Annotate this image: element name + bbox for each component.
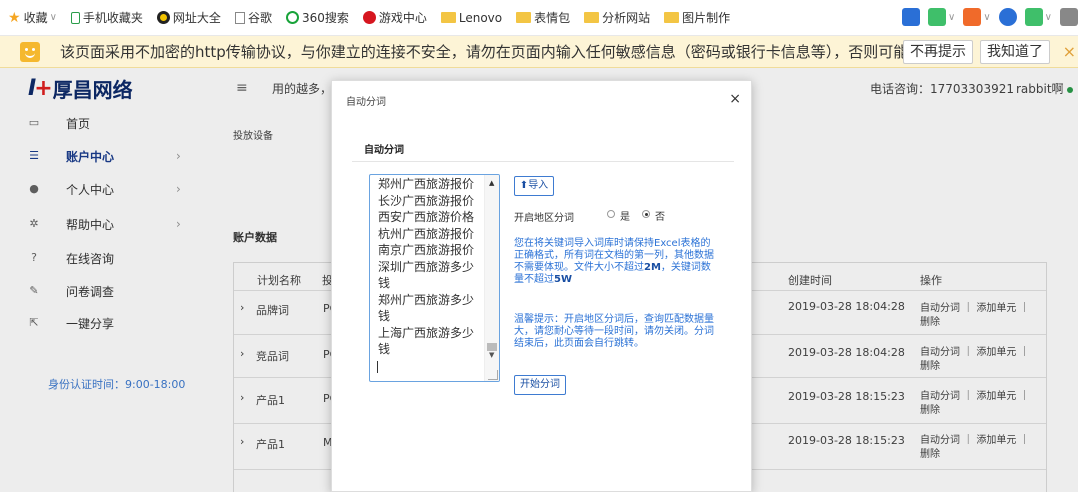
folder-icon [664, 12, 680, 23]
start-segment-button[interactable]: 开始分词 [514, 375, 566, 395]
pinyin-icon[interactable] [902, 8, 921, 26]
chevron-down-icon[interactable]: ∨ [948, 12, 955, 23]
scroll-down-icon[interactable]: ▼ [489, 351, 494, 359]
section-title: 自动分词 [364, 145, 404, 156]
bookmark-stickers[interactable]: 表情包 [516, 9, 570, 26]
bookmark-games[interactable]: 游戏中心 [362, 9, 427, 26]
textarea-scrollbar[interactable]: ▲ ▼ [484, 175, 499, 381]
keyword-lines: 郑州广西旅游报价 长沙广西旅游报价 西安广西旅游价格 杭州广西旅游报价 南京广西… [378, 176, 478, 358]
got-it-button[interactable]: 我知道了 [980, 40, 1050, 64]
keyword-line: 杭州广西旅游报价 [378, 226, 475, 241]
chevron-down-icon[interactable]: ∨ [1045, 12, 1052, 23]
region-no-label[interactable]: 否 [655, 208, 665, 223]
keyword-line: 郑州广西旅游报价 [378, 177, 475, 191]
star-icon: ★ [8, 9, 21, 26]
globe-icon [156, 11, 170, 24]
keyword-line: 南京广西旅游报价 [378, 243, 475, 257]
region-no-radio[interactable] [642, 210, 650, 218]
bookmarks-bar: ★ 收藏 ∨ 手机收藏夹 网址大全 谷歌 360搜索 游戏中心 Lenovo 表情包… [0, 0, 1078, 36]
bookmark-google[interactable]: 谷歌 [234, 9, 272, 26]
keyword-line: 上海广西旅游多少钱 [378, 325, 475, 357]
warning-face-icon [20, 41, 40, 62]
extension-icon[interactable] [928, 8, 947, 26]
search-icon[interactable] [998, 8, 1017, 26]
security-warning-bar: 该页面采用不加密的http传输协议，与你建立的连接不安全，请勿在页面内输入任何敏… [0, 36, 1078, 68]
bookmark-favorites[interactable]: ★ 收藏 ∨ [8, 9, 57, 26]
keywords-textarea[interactable]: 郑州广西旅游报价 长沙广西旅游报价 西安广西旅游价格 杭州广西旅游报价 南京广西… [369, 174, 500, 382]
import-instructions: 您在将关键词导入词库时请保持Excel表格的正确格式，所有词在文档的第一列，其他… [514, 238, 714, 285]
search-360-icon [285, 11, 299, 24]
divider [352, 161, 734, 162]
game-icon [362, 11, 376, 24]
phone-icon [70, 11, 80, 24]
warning-text: 该页面采用不加密的http传输协议，与你建立的连接不安全，请勿在页面内输入任何敏… [60, 43, 938, 61]
bookmark-sites[interactable]: 网址大全 [156, 9, 221, 26]
bookmark-mobile[interactable]: 手机收藏夹 [70, 9, 143, 26]
auto-segment-dialog: 自动分词 × 自动分词 郑州广西旅游报价 长沙广西旅游报价 西安广西旅游价格 杭… [331, 80, 752, 492]
page-icon [234, 11, 245, 24]
keyword-line: 郑州广西旅游多少钱 [378, 292, 475, 324]
bookmark-360[interactable]: 360搜索 [285, 9, 349, 26]
dont-show-again-button[interactable]: 不再提示 [903, 40, 973, 64]
folder-icon [584, 12, 600, 23]
region-yes-radio[interactable] [607, 210, 615, 218]
close-icon[interactable]: × [1063, 42, 1076, 61]
keyword-line: 长沙广西旅游报价 [378, 193, 475, 208]
keyword-line: 深圳广西旅游多少钱 [378, 259, 475, 291]
scroll-thumb[interactable] [487, 343, 497, 351]
scroll-up-icon[interactable]: ▲ [489, 179, 494, 187]
text-caret [377, 361, 378, 373]
bookmark-images[interactable]: 图片制作 [664, 9, 730, 26]
scissors-icon[interactable] [963, 8, 982, 26]
keyword-line: 西安广西旅游价格 [378, 210, 475, 224]
region-yes-label[interactable]: 是 [620, 208, 630, 223]
import-button[interactable]: ⬆导入 [514, 176, 554, 196]
bookmark-analytics[interactable]: 分析网站 [584, 9, 650, 26]
bookmark-lenovo[interactable]: Lenovo [440, 11, 502, 25]
region-segment-label: 开启地区分词 [514, 213, 574, 224]
browser-tools: ∨ ∨ ∨ [894, 8, 1078, 26]
dialog-title: 自动分词 [346, 97, 386, 108]
resize-grip-icon[interactable] [488, 370, 498, 380]
chevron-down-icon: ∨ [49, 12, 57, 23]
chevron-down-icon[interactable]: ∨ [983, 12, 990, 23]
folder-icon [440, 12, 456, 23]
grid-icon[interactable] [1060, 8, 1078, 26]
close-icon[interactable]: × [729, 91, 741, 107]
warm-tip: 温馨提示：开启地区分词后，查询匹配数据量大，请您耐心等待一段时间，请勿关闭。分词… [514, 314, 714, 349]
folder-icon [516, 12, 532, 23]
game-controller-icon[interactable] [1024, 8, 1043, 26]
